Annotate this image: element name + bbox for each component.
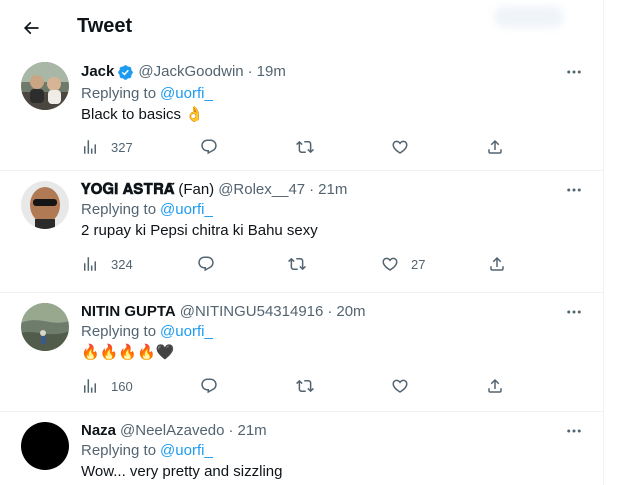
likes-count: 27	[411, 256, 426, 272]
reply-feed: Jack @JackGoodwin · 19m Replying to @uorf…	[0, 56, 603, 485]
top-bar: Tweet	[0, 0, 604, 56]
author-line: Jack @JackGoodwin · 19m	[81, 62, 286, 82]
replying-to: Replying to @uorfi_	[81, 85, 213, 102]
tweet-timestamp[interactable]: 20m	[336, 302, 365, 322]
share-button[interactable]	[486, 138, 504, 156]
back-button[interactable]	[14, 11, 48, 45]
reply-tweet[interactable]: NITIN GUPTA @NITINGU54314916 · 20m Reply…	[0, 293, 603, 412]
retweet-icon	[296, 379, 314, 393]
retweet-icon	[296, 140, 314, 154]
like-icon	[392, 379, 408, 393]
retweet-button[interactable]	[296, 377, 314, 395]
more-options-button[interactable]	[563, 182, 585, 198]
like-button[interactable]	[391, 377, 409, 395]
views-icon	[84, 140, 96, 154]
author-name[interactable]: Jack	[81, 62, 114, 82]
more-icon	[567, 310, 581, 314]
reply-tweet[interactable]: Naza @NeelAzavedo · 21m Replying to @uorf…	[0, 412, 603, 485]
views-button[interactable]: 327	[81, 138, 133, 156]
views-icon	[84, 257, 96, 271]
author-name-suffix: (Fan)	[178, 181, 215, 198]
views-icon	[84, 379, 96, 393]
replying-to-link[interactable]: @uorfi_	[160, 85, 213, 102]
views-count: 327	[111, 139, 133, 155]
tweet-text: Black to basics 👌	[81, 106, 204, 123]
like-icon	[392, 140, 408, 154]
reply-button[interactable]	[200, 377, 218, 395]
page-title: Tweet	[77, 15, 133, 37]
tweet-text: Wow... very pretty and sizzling	[81, 463, 283, 480]
tweet-actions: 327	[81, 138, 504, 156]
like-button[interactable]	[391, 138, 409, 156]
retweet-button[interactable]	[296, 138, 314, 156]
avatar[interactable]	[21, 181, 69, 229]
reply-button[interactable]	[200, 138, 218, 156]
ok-hand-emoji: 👌	[185, 106, 204, 123]
tweet-actions: 160	[81, 377, 504, 395]
more-options-button[interactable]	[563, 304, 585, 320]
replying-to-link[interactable]: @uorfi_	[160, 323, 213, 340]
share-icon	[490, 256, 504, 271]
tweet-timestamp[interactable]: 21m	[237, 421, 266, 441]
author-handle[interactable]: @Rolex__47	[218, 180, 305, 200]
more-icon	[567, 188, 581, 192]
author-line: NITIN GUPTA @NITINGU54314916 · 20m	[81, 302, 366, 322]
share-icon	[488, 378, 502, 393]
reply-icon	[198, 256, 214, 272]
retweet-icon	[288, 257, 306, 271]
avatar[interactable]	[21, 62, 69, 110]
back-arrow-icon	[23, 21, 39, 35]
tweet-timestamp[interactable]: 21m	[318, 180, 347, 200]
author-name[interactable]: 𝐘𝐎𝐆𝐈 𝐀𝐒𝐓𝐑𝐀̃	[81, 180, 174, 200]
share-button[interactable]	[488, 255, 506, 273]
author-name[interactable]: NITIN GUPTA	[81, 302, 176, 322]
like-button[interactable]: 27	[381, 255, 425, 273]
author-name[interactable]: Naza	[81, 421, 116, 441]
avatar[interactable]	[21, 303, 69, 351]
views-button[interactable]: 324	[81, 255, 133, 273]
avatar[interactable]	[21, 422, 69, 470]
reply-icon	[201, 139, 217, 155]
views-button[interactable]: 160	[81, 377, 133, 395]
replying-to-link[interactable]: @uorfi_	[160, 442, 213, 459]
blurred-header-element	[494, 6, 564, 28]
more-icon	[567, 70, 581, 74]
more-options-button[interactable]	[563, 64, 585, 80]
reply-tweet[interactable]: Jack @JackGoodwin · 19m Replying to @uorf…	[0, 56, 603, 171]
reply-icon	[201, 378, 217, 394]
author-line: Naza @NeelAzavedo · 21m	[81, 421, 267, 441]
author-handle[interactable]: @NITINGU54314916	[180, 302, 324, 322]
author-handle[interactable]: @JackGoodwin	[138, 62, 243, 82]
views-count: 324	[111, 256, 133, 272]
scrollbar-track[interactable]	[604, 0, 620, 485]
verified-badge-icon	[118, 64, 134, 80]
like-icon	[382, 257, 398, 271]
tweet-emoji-text: 🔥🔥🔥🔥🖤	[81, 344, 175, 361]
replying-to-link[interactable]: @uorfi_	[160, 201, 213, 218]
reply-tweet[interactable]: 𝐘𝐎𝐆𝐈 𝐀𝐒𝐓𝐑𝐀̃ (Fan) @Rolex__47 · 21m Reply…	[0, 171, 603, 293]
replying-to: Replying to @uorfi_	[81, 442, 213, 459]
share-icon	[488, 139, 502, 154]
reply-button[interactable]	[197, 255, 215, 273]
tweet-text: 2 rupay ki Pepsi chitra ki Bahu sexy	[81, 222, 318, 239]
tweet-actions: 324 27	[81, 255, 504, 273]
tweet-timestamp[interactable]: 19m	[257, 62, 286, 82]
retweet-button[interactable]	[288, 255, 306, 273]
replying-to: Replying to @uorfi_	[81, 323, 213, 340]
author-line: 𝐘𝐎𝐆𝐈 𝐀𝐒𝐓𝐑𝐀̃ (Fan) @Rolex__47 · 21m	[81, 180, 348, 200]
more-icon	[567, 429, 581, 433]
author-handle[interactable]: @NeelAzavedo	[120, 421, 224, 441]
views-count: 160	[111, 378, 133, 394]
share-button[interactable]	[486, 377, 504, 395]
more-options-button[interactable]	[563, 423, 585, 439]
replying-to: Replying to @uorfi_	[81, 201, 213, 218]
